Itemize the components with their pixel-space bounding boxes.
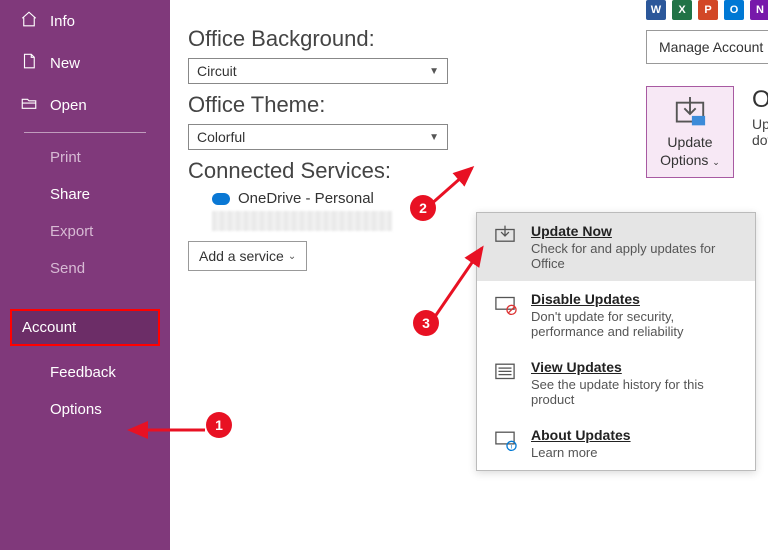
menu-item-title: View Updates	[531, 359, 741, 375]
menu-item-title: Disable Updates	[531, 291, 741, 307]
onedrive-cloud-icon	[212, 193, 230, 205]
chevron-down-icon: ⌄	[712, 157, 720, 167]
sidebar-item-label: Print	[50, 149, 81, 166]
menu-item-title: About Updates	[531, 427, 631, 443]
sidebar-item-feedback[interactable]: Feedback	[0, 354, 170, 391]
sidebar-item-options[interactable]: Options	[0, 391, 170, 428]
update-options-menu: Update Now Check for and apply updates f…	[476, 212, 756, 471]
powerpoint-icon: P	[698, 0, 718, 20]
right-column: W X P O N P A Manage Account Change Lice…	[646, 0, 768, 178]
download-monitor-icon	[671, 97, 709, 131]
office-updates-subtext: Updates are automatically downloaded and…	[752, 116, 768, 148]
onedrive-text: OneDrive - Personal	[238, 190, 374, 207]
svg-text:i: i	[511, 443, 512, 450]
house-icon	[20, 10, 38, 32]
sidebar-item-print[interactable]: Print	[0, 139, 170, 176]
office-background-dropdown[interactable]: Circuit ▼	[188, 58, 448, 84]
connected-service-onedrive: OneDrive - Personal	[212, 190, 752, 207]
chevron-down-icon: ⌄	[288, 251, 296, 262]
sidebar-item-new[interactable]: New	[0, 42, 170, 84]
redacted-email	[212, 211, 392, 231]
sidebar-item-open[interactable]: Open	[0, 84, 170, 126]
excel-icon: X	[672, 0, 692, 20]
menu-item-sub: Learn more	[531, 445, 631, 460]
sidebar-item-label: Account	[22, 319, 76, 336]
sidebar-item-export[interactable]: Export	[0, 213, 170, 250]
menu-item-title: Update Now	[531, 223, 741, 239]
chevron-down-icon: ▼	[429, 132, 439, 143]
list-icon	[491, 359, 519, 407]
menu-item-disable-updates[interactable]: Disable Updates Don't update for securit…	[477, 281, 755, 349]
sidebar-item-label: Share	[50, 186, 90, 203]
page-icon	[20, 52, 38, 74]
sidebar-item-label: Send	[50, 260, 85, 277]
sidebar-item-account[interactable]: Account	[10, 309, 160, 346]
info-icon: i	[491, 427, 519, 460]
sidebar-item-label: New	[50, 55, 80, 72]
office-theme-dropdown[interactable]: Colorful ▼	[188, 124, 448, 150]
chevron-down-icon: ▼	[429, 66, 439, 77]
update-options-label: Update Options ⌄	[651, 134, 729, 169]
folder-open-icon	[20, 94, 38, 116]
word-icon: W	[646, 0, 666, 20]
download-icon	[491, 223, 519, 271]
onenote-icon: N	[750, 0, 768, 20]
manage-account-button[interactable]: Manage Account	[646, 30, 768, 64]
add-service-label: Add a service	[199, 248, 284, 264]
sidebar-item-label: Open	[50, 97, 87, 114]
sidebar-item-share[interactable]: Share	[0, 176, 170, 213]
add-service-button[interactable]: Add a service ⌄	[188, 241, 307, 271]
dropdown-value: Circuit	[197, 63, 237, 79]
sidebar-item-label: Options	[50, 401, 102, 418]
menu-item-update-now[interactable]: Update Now Check for and apply updates f…	[477, 213, 755, 281]
sidebar-item-send[interactable]: Send	[0, 250, 170, 287]
menu-item-sub: See the update history for this product	[531, 377, 741, 407]
sidebar-item-label: Feedback	[50, 364, 116, 381]
sidebar-item-label: Info	[50, 13, 75, 30]
sidebar-divider	[24, 132, 146, 133]
disable-icon	[491, 291, 519, 339]
sidebar-item-label: Export	[50, 223, 93, 240]
menu-item-sub: Don't update for security, performance a…	[531, 309, 741, 339]
update-options-button[interactable]: Update Options ⌄	[646, 86, 734, 178]
dropdown-value: Colorful	[197, 129, 245, 145]
outlook-icon: O	[724, 0, 744, 20]
menu-item-about-updates[interactable]: i About Updates Learn more	[477, 417, 755, 470]
backstage-sidebar: Info New Open Print Share Export Send Ac…	[0, 0, 170, 550]
office-updates-heading: Office Updates	[752, 86, 768, 114]
sidebar-item-info[interactable]: Info	[0, 0, 170, 42]
menu-item-view-updates[interactable]: View Updates See the update history for …	[477, 349, 755, 417]
office-app-icons: W X P O N P A	[646, 0, 768, 20]
menu-item-sub: Check for and apply updates for Office	[531, 241, 741, 271]
